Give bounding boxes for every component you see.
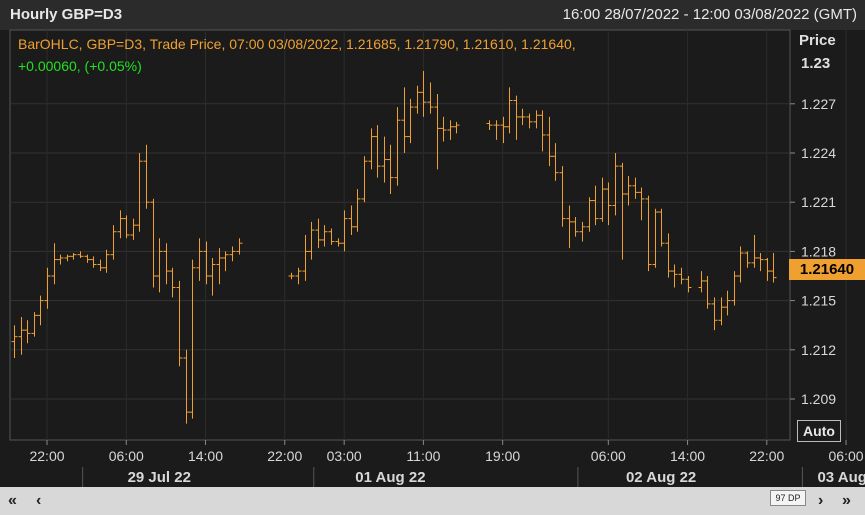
y-tick-label: 1.224 <box>801 145 836 161</box>
y-tick-label: 1.215 <box>801 293 836 309</box>
y-tick-label: 1.212 <box>801 342 836 358</box>
legend-change: +0.00060, (+0.05%) <box>18 58 142 74</box>
x-tick-label: 22:00 <box>267 448 302 464</box>
x-tick-label: 11:00 <box>406 448 440 464</box>
date-label: 02 Aug 22 <box>626 469 696 486</box>
double-right-icon[interactable]: » <box>842 492 851 510</box>
legend-ohlc-values: BarOHLC, GBP=D3, Trade Price, 07:00 03/0… <box>18 36 576 52</box>
x-tick-label: 06:00 <box>829 448 864 464</box>
data-points-button[interactable]: 97 DP <box>770 490 806 506</box>
x-tick-label: 14:00 <box>188 448 223 464</box>
auto-scale-button[interactable]: Auto <box>797 420 841 442</box>
navigation-bar <box>0 487 865 515</box>
y-tick-label: 1.221 <box>801 194 836 210</box>
chart-legend: BarOHLC, GBP=D3, Trade Price, 07:00 03/0… <box>18 33 576 77</box>
price-axis-top-label: 1.23 <box>801 55 831 72</box>
x-tick-label: 03:00 <box>327 448 362 464</box>
x-tick-label: 06:00 <box>591 448 626 464</box>
x-tick-label: 22:00 <box>749 448 784 464</box>
x-tick-label: 06:00 <box>109 448 144 464</box>
x-tick-label: 19:00 <box>485 448 520 464</box>
left-icon[interactable]: ‹ <box>36 492 41 510</box>
last-price-marker: 1.21640 <box>789 259 865 280</box>
price-axis-header: Price <box>799 32 836 49</box>
date-label: 29 Jul 22 <box>128 469 191 486</box>
y-tick-label: 1.209 <box>801 391 836 407</box>
double-left-icon[interactable]: « <box>8 492 17 510</box>
x-tick-label: 22:00 <box>29 448 64 464</box>
y-tick-label: 1.227 <box>801 96 836 112</box>
date-label: 01 Aug 22 <box>355 469 425 486</box>
date-label: 03 Aug 22 <box>817 469 865 486</box>
x-tick-label: 14:00 <box>670 448 705 464</box>
ohlc-chart[interactable]: 1.209 1.212 1.215 1.218 1.221 1.224 1.227 22:00… <box>0 0 865 515</box>
right-icon[interactable]: › <box>818 492 823 510</box>
y-tick-label: 1.218 <box>801 243 836 259</box>
